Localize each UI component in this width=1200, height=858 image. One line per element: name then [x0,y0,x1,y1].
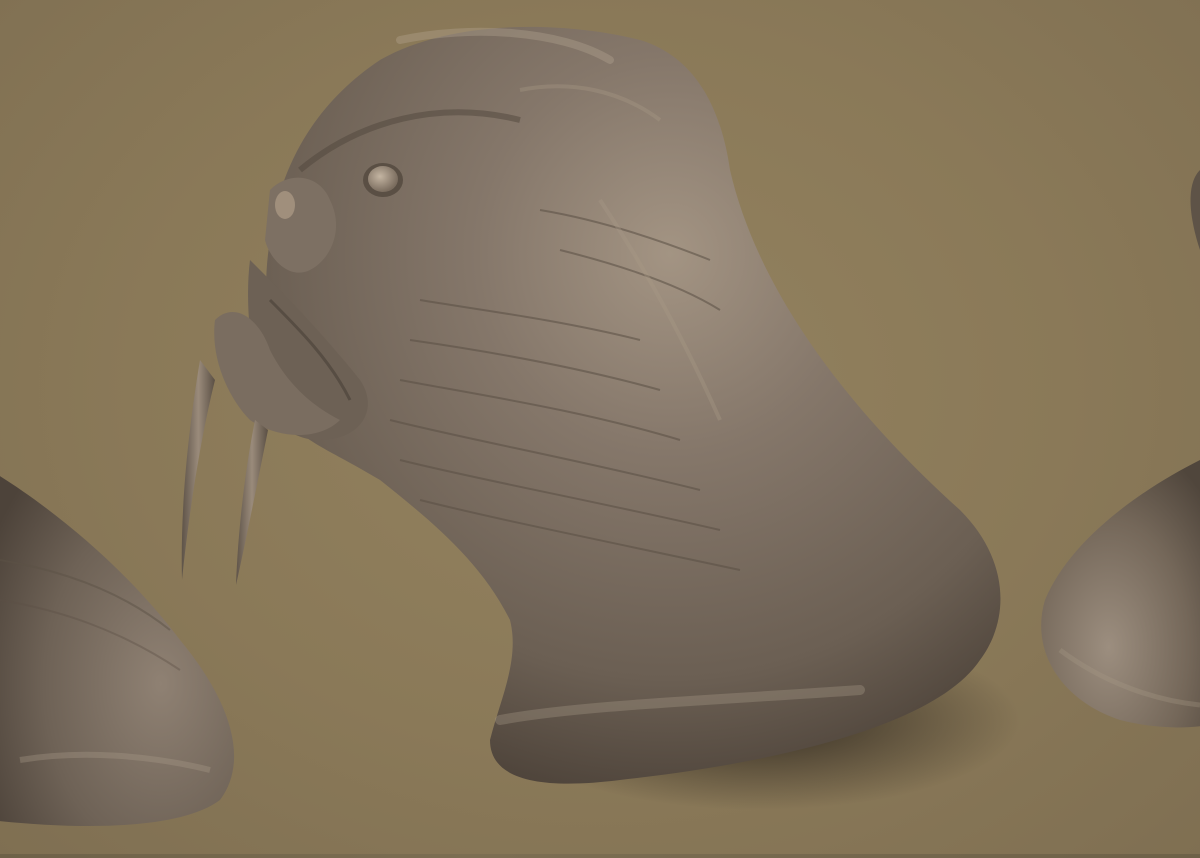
eye [368,166,398,192]
tusk-left [181,360,215,580]
viewport-bottom-edge [0,854,1200,858]
creature-bust-left[interactable] [0,470,234,826]
sculpt-canvas [0,26,1200,826]
tusk-right [236,420,268,585]
sculpt-viewport[interactable] [0,0,1200,858]
creature-bust-right[interactable] [1041,170,1200,728]
nostril [275,191,295,219]
creature-bust-center[interactable] [181,26,1001,784]
